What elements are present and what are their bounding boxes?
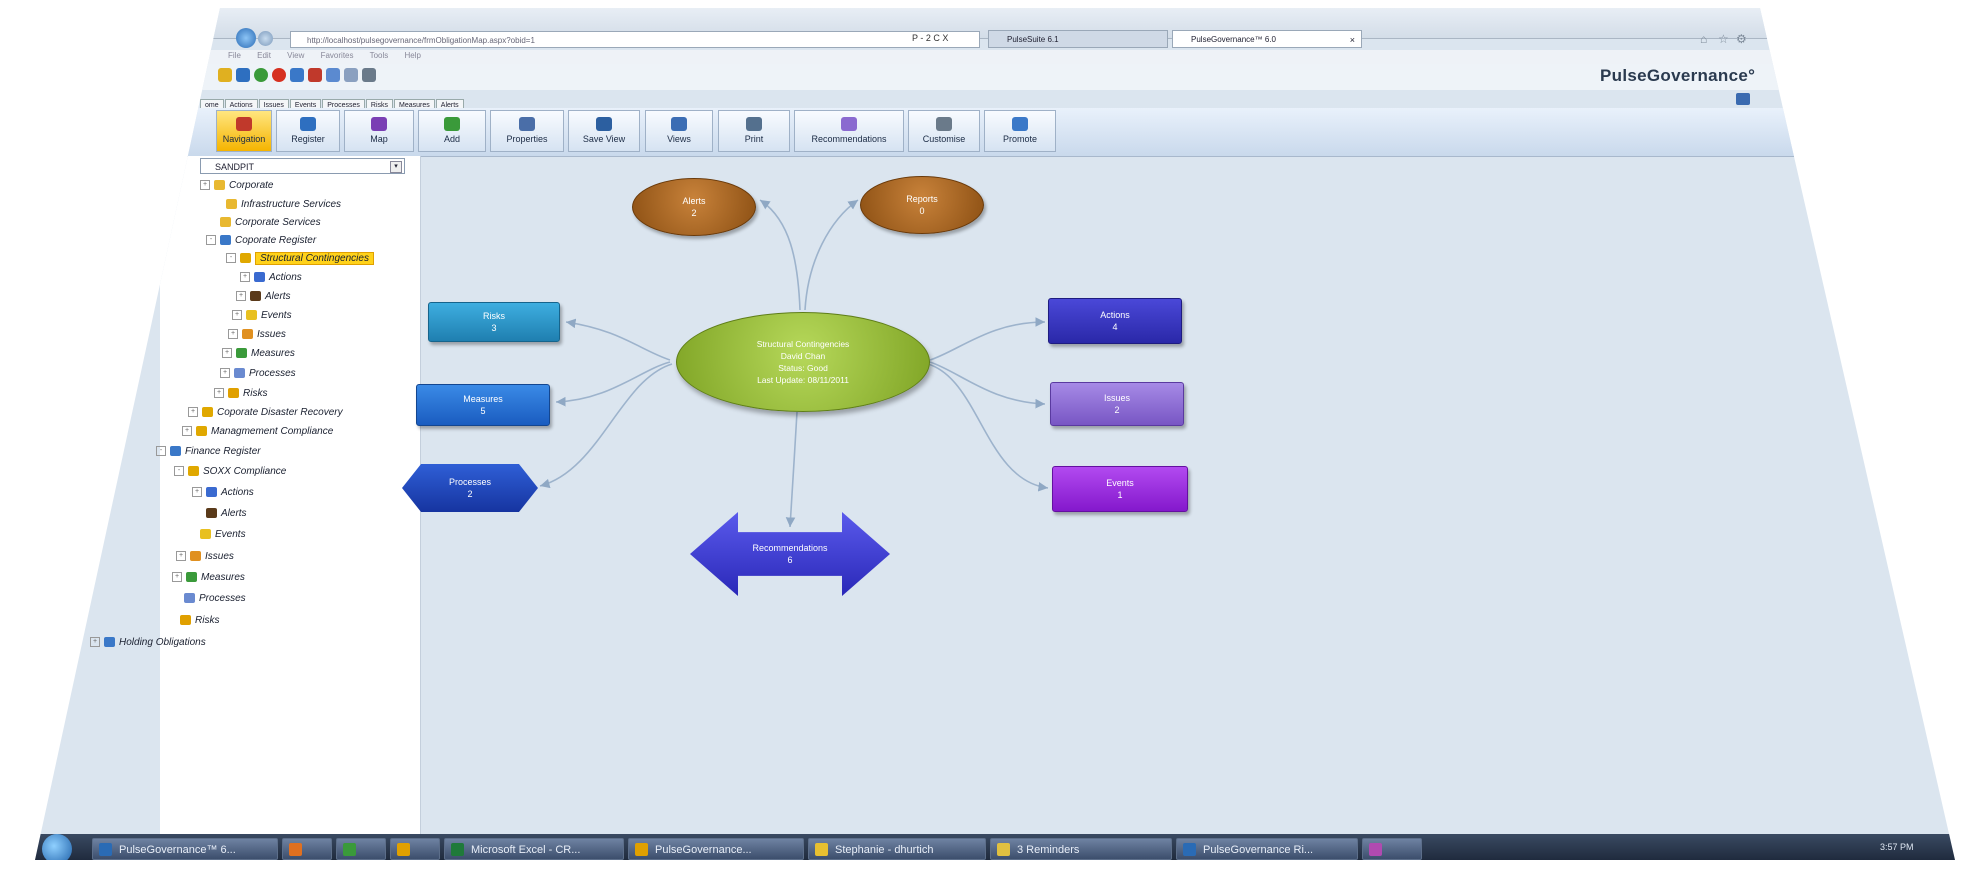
node-measures[interactable]: Measures 5 [416,384,550,426]
node-count: 6 [787,555,793,565]
center-status: Status: Good [778,363,828,373]
taskbar-item-label: PulseGovernance™ 6... [119,844,236,856]
taskbar-item[interactable]: Stephanie - dhurtich [808,838,986,860]
app-icon [289,843,302,856]
node-label: Alerts [682,196,706,206]
connector-recommendations [785,411,798,528]
node-count: 3 [491,323,497,333]
connector-actions [929,317,1046,361]
node-count: 2 [467,489,473,499]
taskbar-item[interactable] [1362,838,1422,860]
node-label: Issues [1103,393,1130,403]
node-count: 4 [1112,322,1118,332]
connector-events [927,363,1049,492]
app-icon [397,843,410,856]
connector-risks [565,318,671,361]
node-count: 2 [691,208,697,218]
center-owner: David Chan [780,351,826,361]
node-issues[interactable]: Issues 2 [1050,382,1184,426]
taskbar-item-label: 3 Reminders [1017,844,1080,856]
node-count: 5 [480,406,486,416]
app-icon [451,843,464,856]
node-structural-contingencies[interactable]: Structural Contingencies David Chan Stat… [676,312,930,412]
connector-processes [539,363,673,489]
app-icon [343,843,356,856]
taskbar-item-label: Microsoft Excel - CR... [471,844,581,856]
node-reports[interactable]: Reports 0 [860,176,984,234]
node-label: Processes [448,477,492,487]
node-processes[interactable]: Processes 2 [402,464,538,512]
taskbar-item[interactable]: Microsoft Excel - CR... [444,838,624,860]
system-clock: 3:57 PM [1880,842,1914,852]
taskbar-item-label: PulseGovernance... [655,844,752,856]
application-screen: http://localhost/pulsegovernance/frmObli… [35,8,1955,860]
connector-reports [804,199,859,311]
node-risks[interactable]: Risks 3 [428,302,560,342]
node-count: 0 [919,206,925,216]
node-label: Reports [906,194,938,204]
connector-issues [929,361,1046,409]
taskbar-item[interactable]: 3 Reminders [990,838,1172,860]
map-connectors [539,199,1049,528]
taskbar-item-label: Stephanie - dhurtich [835,844,934,856]
app-icon [1183,843,1196,856]
node-actions[interactable]: Actions 4 [1048,298,1182,344]
center-title: Structural Contingencies [756,339,850,349]
node-alerts[interactable]: Alerts 2 [632,178,756,236]
app-icon [1369,843,1382,856]
node-label: Risks [483,311,505,321]
node-label: Measures [463,394,503,404]
node-count: 1 [1117,490,1123,500]
connector-alerts [759,199,801,311]
taskbar-item[interactable] [390,838,440,860]
taskbar-item[interactable] [336,838,386,860]
taskbar-item-label: PulseGovernance Ri... [1203,844,1314,856]
app-icon [99,843,112,856]
node-label: Actions [1100,310,1130,320]
node-events[interactable]: Events 1 [1052,466,1188,512]
taskbar-item[interactable]: PulseGovernance... [628,838,804,860]
app-icon [815,843,828,856]
connector-measures [555,361,671,407]
node-label: Events [1106,478,1134,488]
node-count: 2 [1114,405,1120,415]
center-updated: Last Update: 08/11/2011 [757,375,849,385]
app-icon [635,843,648,856]
app-icon [997,843,1010,856]
taskbar-item[interactable]: PulseGovernance™ 6... [92,838,278,860]
start-button[interactable] [42,834,72,860]
taskbar-item[interactable] [282,838,332,860]
node-label: Recommendations [752,543,828,553]
taskbar-item[interactable]: PulseGovernance Ri... [1176,838,1358,860]
